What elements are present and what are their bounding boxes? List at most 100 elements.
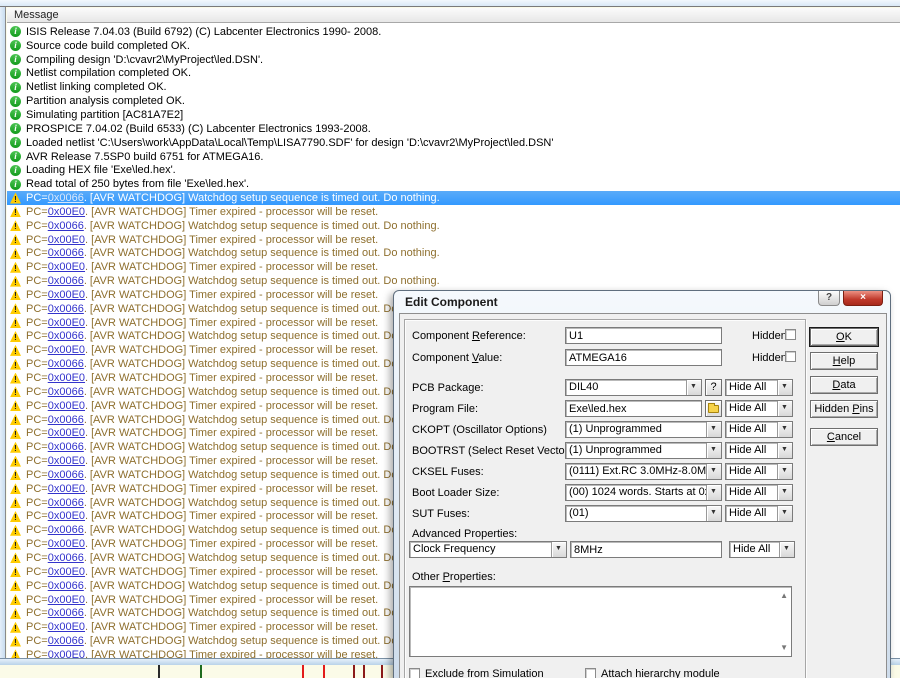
chevron-down-icon[interactable] [777, 380, 792, 395]
message-column-header[interactable]: Message [7, 8, 900, 23]
pc-address-link[interactable]: 0x0066 [48, 552, 84, 564]
log-row[interactable]: iLoading HEX file 'Exe\led.hex'. [7, 163, 900, 177]
hidden-pins-button[interactable]: Hidden Pins [810, 400, 878, 418]
pc-address-link[interactable]: 0x00E0 [48, 455, 85, 467]
pc-address-link[interactable]: 0x00E0 [48, 594, 85, 606]
ckopt-hide-combo[interactable]: Hide All [725, 421, 793, 438]
program-file-hide-combo[interactable]: Hide All [725, 400, 793, 417]
chevron-down-icon[interactable] [777, 422, 792, 437]
boot-loader-size-combo[interactable]: (00) 1024 words. Starts at 0x1C00 [565, 484, 722, 501]
pc-address-link[interactable]: 0x00E0 [48, 234, 85, 246]
log-row[interactable]: iSource code build completed OK. [7, 39, 900, 53]
pc-address-link[interactable]: 0x0066 [48, 469, 84, 481]
log-row[interactable]: iCompiling design 'D:\cvavr2\MyProject\l… [7, 53, 900, 67]
log-row[interactable]: iNetlist linking completed OK. [7, 80, 900, 94]
log-row[interactable]: iLoaded netlist 'C:\Users\work\AppData\L… [7, 136, 900, 150]
chevron-down-icon[interactable] [777, 443, 792, 458]
log-row[interactable]: !PC=0x0066. [AVR WATCHDOG] Watchdog setu… [7, 274, 900, 288]
hidden-value-checkbox[interactable] [785, 351, 796, 362]
pc-address-link[interactable]: 0x0066 [48, 247, 84, 259]
pc-address-link[interactable]: 0x00E0 [48, 483, 85, 495]
pc-address-link[interactable]: 0x00E0 [48, 206, 85, 218]
component-value-input[interactable] [565, 349, 722, 366]
log-row[interactable]: iAVR Release 7.5SP0 build 6751 for ATMEG… [7, 150, 900, 164]
chevron-down-icon[interactable] [777, 464, 792, 479]
pcb-package-help-button[interactable]: ? [705, 379, 722, 396]
chevron-down-icon[interactable] [779, 542, 794, 557]
data-button[interactable]: Data [810, 376, 878, 394]
pc-address-link[interactable]: 0x0066 [48, 441, 84, 453]
pc-address-link[interactable]: 0x0066 [48, 607, 84, 619]
chevron-down-icon[interactable] [777, 506, 792, 521]
pc-address-link[interactable]: 0x0066 [48, 635, 84, 647]
pc-address-link[interactable]: 0x00E0 [48, 649, 85, 658]
pc-address-link[interactable]: 0x0066 [48, 303, 84, 315]
pc-address-link[interactable]: 0x0066 [48, 386, 84, 398]
pc-address-link[interactable]: 0x0066 [48, 358, 84, 370]
program-file-browse-button[interactable] [705, 400, 722, 417]
chevron-down-icon[interactable] [777, 485, 792, 500]
log-row[interactable]: !PC=0x0066. [AVR WATCHDOG] Watchdog setu… [7, 191, 900, 205]
pcb-package-hide-combo[interactable]: Hide All [725, 379, 793, 396]
pc-address-link[interactable]: 0x00E0 [48, 372, 85, 384]
pc-address-link[interactable]: 0x00E0 [48, 261, 85, 273]
bootrst-combo[interactable]: (1) Unprogrammed [565, 442, 722, 459]
log-row[interactable]: iSimulating partition [AC81A7E2] [7, 108, 900, 122]
cksel-hide-combo[interactable]: Hide All [725, 463, 793, 480]
log-row[interactable]: !PC=0x00E0. [AVR WATCHDOG] Timer expired… [7, 205, 900, 219]
pc-address-link[interactable]: 0x00E0 [48, 400, 85, 412]
log-row[interactable]: iISIS Release 7.04.03 (Build 6792) (C) L… [7, 25, 900, 39]
pc-address-link[interactable]: 0x0066 [48, 580, 84, 592]
log-row[interactable]: !PC=0x0066. [AVR WATCHDOG] Watchdog setu… [7, 247, 900, 261]
advanced-hide-combo[interactable]: Hide All [729, 541, 795, 558]
sut-fuses-combo[interactable]: (01) [565, 505, 722, 522]
pc-address-link[interactable]: 0x00E0 [48, 621, 85, 633]
cksel-combo[interactable]: (0111) Ext.RC 3.0MHz-8.0MHz [565, 463, 722, 480]
log-row[interactable]: iPartition analysis completed OK. [7, 94, 900, 108]
pc-address-link[interactable]: 0x0066 [48, 497, 84, 509]
other-properties-textarea[interactable]: ▲ ▼ [409, 586, 792, 657]
pc-address-link[interactable]: 0x00E0 [48, 344, 85, 356]
boot-loader-hide-combo[interactable]: Hide All [725, 484, 793, 501]
chevron-down-icon[interactable] [706, 506, 721, 521]
scroll-down-icon[interactable]: ▼ [780, 643, 788, 652]
log-row[interactable]: iNetlist compilation completed OK. [7, 67, 900, 81]
dialog-help-button[interactable]: ? [818, 291, 840, 306]
cancel-button[interactable]: Cancel [810, 428, 878, 446]
attach-hierarchy-checkbox[interactable] [585, 668, 596, 678]
advanced-property-combo[interactable]: Clock Frequency [409, 541, 567, 558]
pc-address-link[interactable]: 0x0066 [48, 192, 84, 204]
pc-address-link[interactable]: 0x00E0 [48, 427, 85, 439]
exclude-simulation-checkbox[interactable] [409, 668, 420, 678]
ok-button[interactable]: OK [810, 328, 878, 346]
chevron-down-icon[interactable] [777, 401, 792, 416]
log-row[interactable]: iRead total of 250 bytes from file 'Exe\… [7, 177, 900, 191]
pc-address-link[interactable]: 0x0066 [48, 330, 84, 342]
chevron-down-icon[interactable] [551, 542, 566, 557]
log-row[interactable]: !PC=0x0066. [AVR WATCHDOG] Watchdog setu… [7, 219, 900, 233]
component-reference-input[interactable] [565, 327, 722, 344]
ckopt-combo[interactable]: (1) Unprogrammed [565, 421, 722, 438]
pc-address-link[interactable]: 0x00E0 [48, 510, 85, 522]
pc-address-link[interactable]: 0x00E0 [48, 317, 85, 329]
pc-address-link[interactable]: 0x0066 [48, 220, 84, 232]
hidden-reference-checkbox[interactable] [785, 329, 796, 340]
chevron-down-icon[interactable] [706, 464, 721, 479]
pc-address-link[interactable]: 0x00E0 [48, 538, 85, 550]
pc-address-link[interactable]: 0x00E0 [48, 289, 85, 301]
sut-hide-combo[interactable]: Hide All [725, 505, 793, 522]
log-row[interactable]: iPROSPICE 7.04.02 (Build 6533) (C) Labce… [7, 122, 900, 136]
help-button[interactable]: Help [810, 352, 878, 370]
log-row[interactable]: !PC=0x00E0. [AVR WATCHDOG] Timer expired… [7, 233, 900, 247]
log-row[interactable]: !PC=0x00E0. [AVR WATCHDOG] Timer expired… [7, 260, 900, 274]
pc-address-link[interactable]: 0x0066 [48, 275, 84, 287]
clock-frequency-input[interactable] [570, 541, 722, 558]
pc-address-link[interactable]: 0x00E0 [48, 566, 85, 578]
chevron-down-icon[interactable] [706, 443, 721, 458]
bootrst-hide-combo[interactable]: Hide All [725, 442, 793, 459]
chevron-down-icon[interactable] [686, 380, 701, 395]
chevron-down-icon[interactable] [706, 422, 721, 437]
pc-address-link[interactable]: 0x0066 [48, 524, 84, 536]
program-file-input[interactable] [565, 400, 702, 417]
scroll-up-icon[interactable]: ▲ [780, 591, 788, 600]
